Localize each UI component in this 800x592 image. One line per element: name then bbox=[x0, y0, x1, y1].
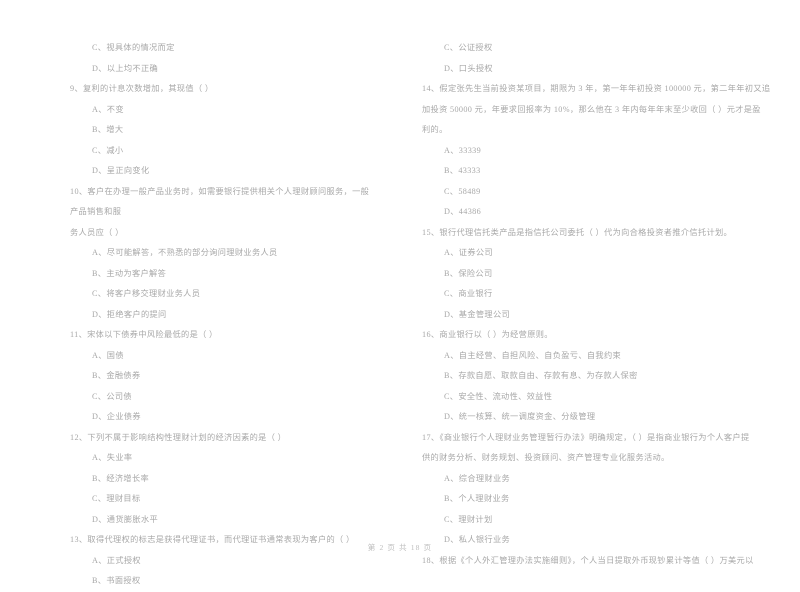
option-item: D、44386 bbox=[444, 207, 482, 216]
exam-page: C、视具体的情况而定 D、以上均不正确 9、复利的计息次数增加，其现值（ ） A… bbox=[0, 0, 800, 585]
option-item: D、口头授权 bbox=[444, 63, 493, 73]
question-stem: 12、下列不属于影响结构性理财计划的经济因素的是（ ） bbox=[70, 432, 287, 442]
option-item: C、减小 bbox=[92, 145, 124, 155]
option-item: C、理财计划 bbox=[444, 514, 493, 524]
option-item: B、43333 bbox=[444, 166, 481, 175]
option-item: A、不变 bbox=[92, 104, 124, 114]
question-10: 10、客户在办理一般产品业务时，如需要银行提供相关个人理财顾问服务，一般产品销售… bbox=[70, 182, 372, 326]
question-16: 16、商业银行以（ ）为经营原则。 A、自主经营、自担风险、自负盈亏、自我约束 … bbox=[422, 325, 772, 428]
question-stem-line2: 务人员应（ ） bbox=[70, 227, 124, 237]
question-stem: 16、商业银行以（ ）为经营原则。 bbox=[422, 330, 553, 339]
option-item: A、证券公司 bbox=[444, 248, 493, 257]
option-item: B、经济增长率 bbox=[92, 473, 150, 483]
option-item: B、存款自愿、取款自由、存款有息、为存款人保密 bbox=[444, 371, 638, 380]
option-item: A、33339 bbox=[444, 145, 482, 155]
option-item: C、将客户移交理财业务人员 bbox=[92, 289, 201, 298]
question-stem: 11、宋体以下债券中风险最低的是（ ） bbox=[70, 330, 218, 339]
right-column: C、公证授权 D、口头授权 14、假定张先生当前投资某项目，期限为 3 年，第一… bbox=[400, 0, 800, 565]
question-9: 9、复利的计息次数增加，其现值（ ） A、不变 B、增大 C、减小 D、呈正向变… bbox=[70, 79, 372, 182]
option-item: C、公证授权 bbox=[444, 43, 493, 52]
question-12: 12、下列不属于影响结构性理财计划的经济因素的是（ ） A、失业率 B、经济增长… bbox=[70, 428, 372, 531]
option-item: D、统一核算、统一调度资金、分级管理 bbox=[444, 412, 596, 421]
question-14: 14、假定张先生当前投资某项目，期限为 3 年，第一年年初投资 100000 元… bbox=[422, 79, 772, 223]
question-stem: 17、《商业银行个人理财业务管理暂行办法》明确规定，（ ）是指商业银行为个人客户… bbox=[422, 432, 750, 442]
question-15: 15、银行代理信托类产品是指信托公司委托（ ）代为向合格投资者推介信托计划。 A… bbox=[422, 223, 772, 326]
question-stem: 15、银行代理信托类产品是指信托公司委托（ ）代为向合格投资者推介信托计划。 bbox=[422, 227, 733, 237]
option-item: A、综合理财业务 bbox=[444, 473, 511, 483]
option-item: D、呈正向变化 bbox=[92, 166, 150, 175]
option-item: A、失业率 bbox=[92, 453, 133, 462]
option-item: B、增大 bbox=[92, 125, 124, 134]
question-stem: 9、复利的计息次数增加，其现值（ ） bbox=[70, 84, 214, 93]
option-item: C、商业银行 bbox=[444, 289, 493, 298]
question-stem: 18、根据《个人外汇管理办法实施细则》，个人当日提取外币现钞累计等值（ ）万美元… bbox=[422, 555, 754, 565]
question-stem: 10、客户在办理一般产品业务时，如需要银行提供相关个人理财顾问服务，一般产品销售… bbox=[70, 186, 370, 217]
question-17: 17、《商业银行个人理财业务管理暂行办法》明确规定，（ ）是指商业银行为个人客户… bbox=[422, 428, 772, 551]
question-stem-line2: 加投资 50000 元，年要求回报率为 10%，那么他在 3 年内每年年末至少收… bbox=[422, 104, 761, 114]
option-item: B、金融债券 bbox=[92, 371, 141, 380]
option-item: D、通货膨胀水平 bbox=[92, 514, 159, 524]
option-item: D、以上均不正确 bbox=[92, 63, 159, 73]
option-item: D、企业债券 bbox=[92, 412, 141, 421]
option-item: B、主动为客户解答 bbox=[92, 268, 167, 278]
option-item: C、视具体的情况而定 bbox=[92, 43, 175, 52]
option-item: C、安全性、流动性、效益性 bbox=[444, 391, 553, 401]
option-item: C、公司债 bbox=[92, 391, 132, 401]
question-stem-line2: 供的财务分析、财务规划、投资顾问、资产管理专业化服务活动。 bbox=[422, 453, 670, 462]
page-footer: 第 2 页 共 18 页 bbox=[367, 543, 433, 552]
option-item: A、正式授权 bbox=[92, 555, 141, 565]
option-item: C、理财目标 bbox=[92, 494, 141, 503]
option-item: D、拒绝客户的提问 bbox=[92, 309, 167, 319]
question-stem-line3: 利的。 bbox=[422, 125, 448, 134]
two-column-layout: C、视具体的情况而定 D、以上均不正确 9、复利的计息次数增加，其现值（ ） A… bbox=[0, 0, 800, 585]
question-11: 11、宋体以下债券中风险最低的是（ ） A、国债 B、金融债券 C、公司债 D、… bbox=[70, 325, 372, 428]
question-18: 18、根据《个人外汇管理办法实施细则》，个人当日提取外币现钞累计等值（ ）万美元… bbox=[422, 551, 772, 572]
option-item: B、保险公司 bbox=[444, 268, 493, 278]
option-item: B、个人理财业务 bbox=[444, 494, 510, 503]
left-column: C、视具体的情况而定 D、以上均不正确 9、复利的计息次数增加，其现值（ ） A… bbox=[0, 0, 400, 585]
question-stem: 14、假定张先生当前投资某项目，期限为 3 年，第一年年初投资 100000 元… bbox=[422, 84, 771, 93]
option-item: A、自主经营、自担风险、自负盈亏、自我约束 bbox=[444, 350, 622, 360]
option-item: A、国债 bbox=[92, 350, 124, 360]
question-13: 13、取得代理权的标志是获得代理证书，而代理证书通常表现为客户的（ ） A、正式… bbox=[70, 530, 372, 592]
option-item: D、基金管理公司 bbox=[444, 309, 511, 319]
option-item: A、尽可能解答，不熟悉的部分询问理财业务人员 bbox=[92, 248, 278, 257]
option-item: C、58489 bbox=[444, 186, 481, 196]
option-item: B、书面授权 bbox=[92, 576, 141, 585]
